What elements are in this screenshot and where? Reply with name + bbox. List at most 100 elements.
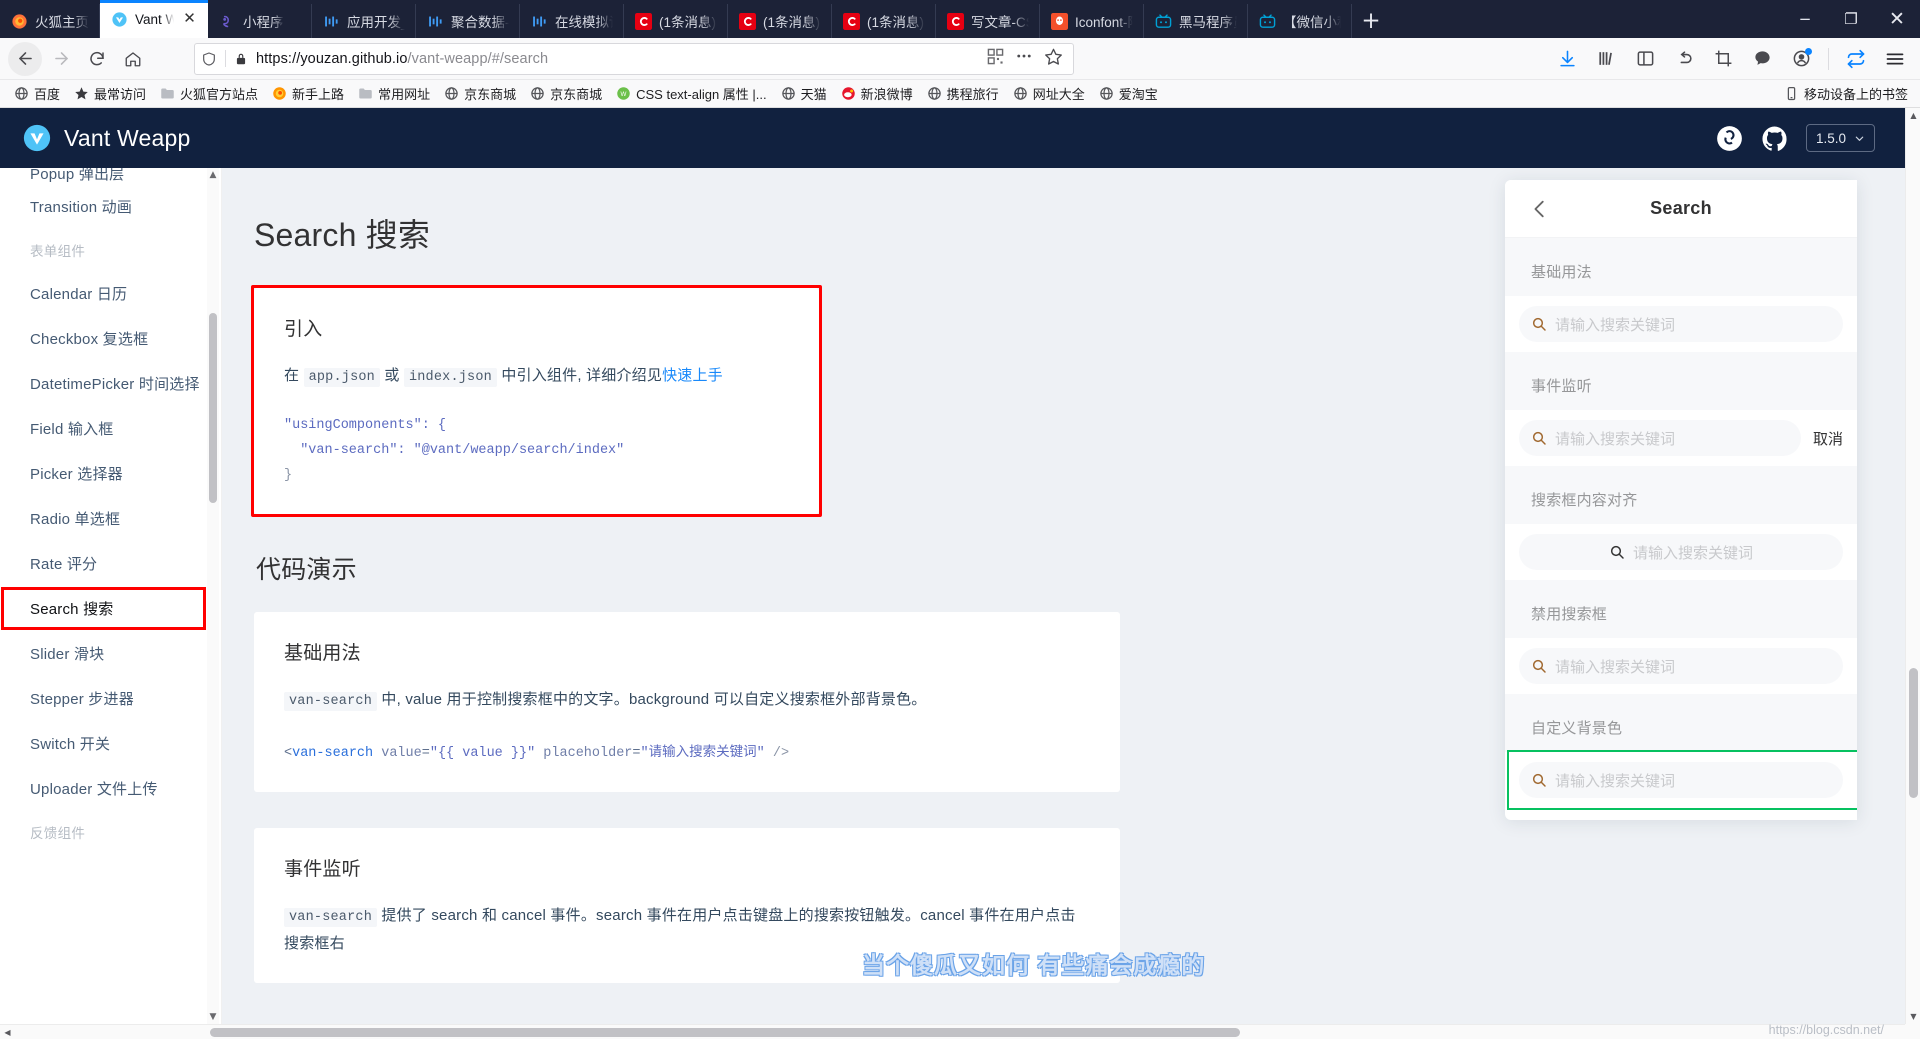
bookmark-item[interactable]: 爱淘宝 xyxy=(1093,82,1164,105)
sim-search-row-highlighted: 请输入搜索关键词 xyxy=(1505,750,1857,810)
browser-tab[interactable]: 火狐主页 xyxy=(0,4,100,38)
browser-tab[interactable]: 写文章-CSD xyxy=(936,4,1040,38)
bookmark-item[interactable]: 携程旅行 xyxy=(921,82,1005,105)
scroll-left-icon[interactable]: ◀ xyxy=(0,1025,15,1039)
basic-paragraph: van-search 中, value 用于控制搜索框中的文字。backgrou… xyxy=(284,687,1090,715)
code-line-1: "usingComponents": { xyxy=(284,418,447,433)
github-alt-icon[interactable] xyxy=(1716,125,1743,152)
sidebar-item-stepper[interactable]: Stepper 步进器 xyxy=(0,676,221,721)
sidebar-item-checkbox[interactable]: Checkbox 复选框 xyxy=(0,316,221,361)
close-icon[interactable]: ✕ xyxy=(181,10,198,28)
version-selector[interactable]: 1.5.0 xyxy=(1805,124,1875,152)
vertical-scroll-thumb[interactable] xyxy=(1909,668,1918,798)
scroll-down-icon[interactable]: ▼ xyxy=(1906,1009,1920,1024)
library-icon[interactable] xyxy=(1591,44,1621,74)
github-icon[interactable] xyxy=(1761,125,1788,152)
quick-start-link[interactable]: 快速上手 xyxy=(662,367,723,384)
page-actions-icon[interactable] xyxy=(1015,47,1033,70)
undo-icon[interactable] xyxy=(1669,44,1699,74)
sync-icon[interactable] xyxy=(1841,44,1871,74)
page-horizontal-scrollbar[interactable]: ◀ ▶ xyxy=(0,1024,1920,1039)
bookmark-label: 新手上路 xyxy=(292,87,345,102)
browser-tab[interactable]: 黑马程序员 xyxy=(1144,4,1248,38)
browser-tab[interactable]: Iconfont-阿 xyxy=(1040,4,1144,38)
sim-section-label: 禁用搜索框 xyxy=(1505,580,1857,638)
page-vertical-scrollbar[interactable]: ▲ ▼ xyxy=(1905,108,1920,1024)
back-button[interactable] xyxy=(8,41,42,76)
bookmark-item[interactable]: 百度 xyxy=(8,82,66,105)
app-menu-icon[interactable] xyxy=(1880,44,1910,74)
bookmark-label: 火狐官方站点 xyxy=(180,87,259,102)
bookmark-item[interactable]: 新浪微博 xyxy=(835,82,919,105)
sidebar-item-datetimepicker[interactable]: DatetimePicker 时间选择 xyxy=(0,361,221,406)
body-row: Popup 弹出层 Transition 动画 表单组件 Calendar 日历… xyxy=(0,168,1905,1024)
cancel-button[interactable]: 取消 xyxy=(1801,428,1843,449)
browser-tab[interactable]: 【微信小程 xyxy=(1248,4,1352,38)
bilibili-icon xyxy=(1259,13,1276,28)
sidebar-item-transition[interactable]: Transition 动画 xyxy=(0,184,221,229)
search-input-centered[interactable]: 请输入搜索关键词 xyxy=(1519,534,1843,570)
scroll-up-icon[interactable]: ▲ xyxy=(1906,108,1920,123)
bookmark-item[interactable]: 京东商城 xyxy=(524,82,608,105)
downloads-icon[interactable] xyxy=(1552,44,1582,74)
qrcode-icon[interactable] xyxy=(987,48,1004,70)
bookmark-item[interactable]: 京东商城 xyxy=(438,82,522,105)
sidebar-item-rate[interactable]: Rate 评分 xyxy=(0,541,221,586)
sim-section-label: 自定义背景色 xyxy=(1505,694,1857,752)
minimize-button[interactable]: − xyxy=(1782,0,1828,38)
scroll-down-icon[interactable]: ▼ xyxy=(207,1010,219,1024)
home-button[interactable] xyxy=(116,42,150,76)
browser-tab[interactable]: 应用开发_A xyxy=(312,4,416,38)
brand[interactable]: Vant Weapp xyxy=(22,123,190,153)
reload-button[interactable] xyxy=(80,42,114,76)
sidebar-item-slider[interactable]: Slider 滑块 xyxy=(0,631,221,676)
sidebar-item-picker[interactable]: Picker 选择器 xyxy=(0,451,221,496)
browser-tab[interactable]: 小程序 xyxy=(208,4,312,38)
browser-tab[interactable]: (1条消息) 微 xyxy=(624,4,728,38)
maximize-button[interactable]: ❐ xyxy=(1828,0,1874,38)
bookmark-item[interactable]: 最常访问 xyxy=(68,82,152,105)
chevron-left-icon[interactable] xyxy=(1529,198,1551,220)
snippet-val-1: "{{ value }}" xyxy=(429,746,536,761)
sidebar-item-field[interactable]: Field 输入框 xyxy=(0,406,221,451)
sidebar-item-calendar[interactable]: Calendar 日历 xyxy=(0,271,221,316)
sidebar-icon[interactable] xyxy=(1630,44,1660,74)
close-window-button[interactable]: ✕ xyxy=(1874,0,1920,38)
sidebar-item-radio[interactable]: Radio 单选框 xyxy=(0,496,221,541)
mobile-bookmarks-item[interactable]: 移动设备上的书签 xyxy=(1778,82,1912,105)
screenshot-crop-icon[interactable] xyxy=(1708,44,1738,74)
sidebar-scroll-thumb[interactable] xyxy=(209,313,217,503)
sidebar-item-uploader[interactable]: Uploader 文件上传 xyxy=(0,766,221,811)
sidebar-item-switch[interactable]: Switch 开关 xyxy=(0,721,221,766)
chat-bubble-icon[interactable] xyxy=(1747,44,1777,74)
scroll-up-icon[interactable]: ▲ xyxy=(207,168,219,182)
bookmark-item[interactable]: 网址大全 xyxy=(1007,82,1091,105)
firefox-icon xyxy=(12,13,27,29)
intro-text-mid: 或 xyxy=(380,367,404,384)
browser-tab[interactable]: (1条消息) 微 xyxy=(728,4,832,38)
sidebar-item-search[interactable]: Search 搜索 xyxy=(0,586,221,631)
reload-icon xyxy=(90,51,104,65)
account-icon[interactable] xyxy=(1786,44,1816,74)
browser-tab-active[interactable]: Vant W ✕ xyxy=(100,0,208,38)
doc-scroll-area: Search 搜索 引入 在 app.json 或 index.json 中引入… xyxy=(222,168,1905,1024)
bookmark-item[interactable]: W CSS text-align 属性 |... xyxy=(610,82,773,105)
new-tab-button[interactable]: + xyxy=(1352,4,1390,38)
bookmark-star-icon[interactable] xyxy=(1044,47,1063,71)
search-input[interactable]: 请输入搜索关键词 xyxy=(1519,306,1843,342)
url-bar[interactable]: https://youzan.github.io/vant-weapp/#/se… xyxy=(194,42,1074,75)
horizontal-scroll-thumb[interactable] xyxy=(210,1028,1240,1037)
browser-tab[interactable]: 在线模拟请 xyxy=(520,4,624,38)
bookmark-item[interactable]: 常用网址 xyxy=(352,82,436,105)
browser-tab[interactable]: (1条消息) 前 xyxy=(832,4,936,38)
sidebar-item-label: Uploader 文件上传 xyxy=(30,781,158,798)
search-input[interactable]: 请输入搜索关键词 xyxy=(1519,420,1801,456)
sidebar-scrollbar[interactable]: ▲ ▼ xyxy=(207,168,219,1024)
browser-tab[interactable]: 聚合数据-( xyxy=(416,4,520,38)
search-input-custom-bg[interactable]: 请输入搜索关键词 xyxy=(1519,762,1843,798)
bookmark-item[interactable]: 新手上路 xyxy=(266,82,350,105)
sidebar-item-popup[interactable]: Popup 弹出层 xyxy=(0,168,221,184)
bookmark-item[interactable]: 天猫 xyxy=(775,82,833,105)
bookmark-item[interactable]: 火狐官方站点 xyxy=(154,82,264,105)
forward-button[interactable] xyxy=(44,42,78,76)
